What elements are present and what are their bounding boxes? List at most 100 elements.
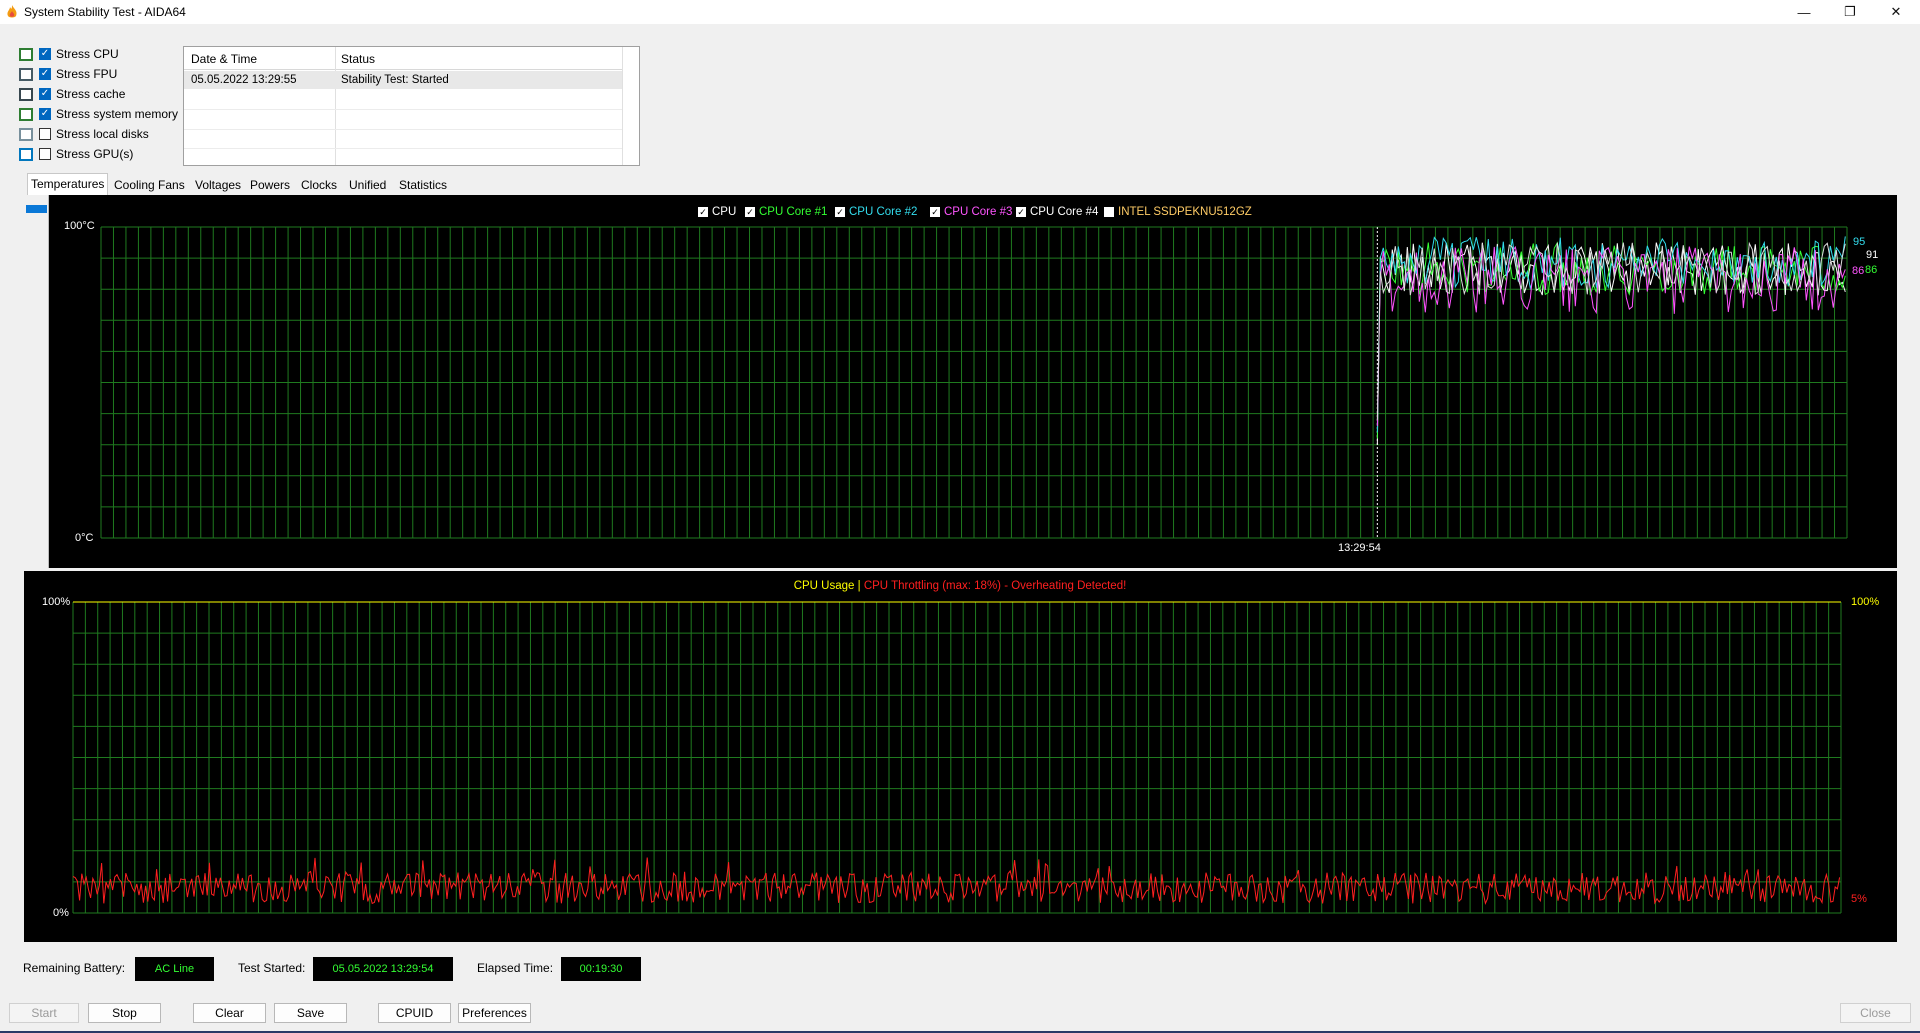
checkbox[interactable]: ✓: [39, 108, 51, 120]
tab-temperatures[interactable]: Temperatures: [27, 173, 109, 195]
battery-value: AC Line: [135, 957, 214, 981]
minimize-button[interactable]: —: [1781, 0, 1827, 24]
temperature-graph: [49, 195, 1897, 568]
cpu-graph-title: CPU Usage | CPU Throttling (max: 18%) - …: [0, 580, 1920, 592]
test-started-label: Test Started:: [238, 961, 306, 975]
legend-checkbox[interactable]: [1104, 207, 1114, 217]
tab-unified[interactable]: Unified: [346, 176, 389, 194]
stress-option-label: Stress cache: [56, 87, 126, 101]
cpu-usage-graph: [24, 571, 1897, 942]
tab-clocks[interactable]: Clocks: [298, 176, 340, 194]
log-table[interactable]: Date & Time Status 05.05.2022 13:29:55 S…: [183, 46, 640, 166]
log-header: Date & Time Status: [184, 47, 622, 70]
stress-option-label: Stress CPU: [56, 47, 119, 61]
temp-end-value-core2: 95: [1853, 236, 1866, 248]
start-button[interactable]: Start: [9, 1003, 79, 1023]
legend-label: CPU Core #4: [1030, 206, 1099, 218]
legend-item[interactable]: ✓ CPU Core #2: [835, 206, 917, 218]
legend-checkbox[interactable]: ✓: [835, 207, 845, 217]
legend-checkbox[interactable]: ✓: [698, 207, 708, 217]
table-row[interactable]: 05.05.2022 13:29:55 Stability Test: Star…: [184, 71, 622, 89]
legend-label: CPU Core #2: [849, 206, 918, 218]
temp-axis-min: 0°C: [75, 532, 94, 544]
cpu-throttling-line: [72, 857, 1841, 906]
cpu-grid: [72, 601, 1842, 914]
row-divider: [184, 129, 622, 130]
legend-label: INTEL SSDPEKNU512GZ: [1118, 206, 1252, 218]
stress-option-stress-gpu-s[interactable]: Stress GPU(s): [19, 145, 133, 163]
stress-option-stress-fpu[interactable]: ✓ Stress FPU: [19, 65, 117, 83]
cpu-usage-graph-svg: [72, 601, 1842, 914]
tab-voltages[interactable]: Voltages: [192, 176, 244, 194]
legend-item[interactable]: ✓ CPU Core #4: [1016, 206, 1098, 218]
temp-end-value-core3: 86: [1852, 265, 1865, 277]
log-header-datetime[interactable]: Date & Time: [191, 52, 257, 66]
cpu-title-separator: |: [857, 580, 861, 592]
legend-item[interactable]: ✓ CPU Core #1: [745, 206, 827, 218]
legend-item[interactable]: INTEL SSDPEKNU512GZ: [1104, 206, 1252, 218]
disk-icon: [19, 127, 33, 141]
checkbox[interactable]: [39, 128, 51, 140]
gpu-icon: [19, 147, 33, 161]
stress-option-label: Stress system memory: [56, 107, 179, 121]
sensor-list-selection: [26, 205, 47, 213]
checkbox[interactable]: ✓: [39, 68, 51, 80]
stop-button[interactable]: Stop: [88, 1003, 161, 1023]
test-started-value: 05.05.2022 13:29:54: [313, 957, 453, 981]
close-button[interactable]: Close: [1840, 1003, 1911, 1023]
checkbox[interactable]: ✓: [39, 48, 51, 60]
stress-option-label: Stress GPU(s): [56, 147, 134, 161]
log-header-status[interactable]: Status: [341, 52, 375, 66]
checkbox[interactable]: [39, 148, 51, 160]
cpu-throttle-end-value: 5%: [1851, 893, 1867, 905]
tab-cooling-fans[interactable]: Cooling Fans: [111, 176, 188, 194]
preferences-button[interactable]: Preferences: [458, 1003, 531, 1023]
stress-option-stress-cache[interactable]: ✓ Stress cache: [19, 85, 125, 103]
legend-checkbox[interactable]: ✓: [745, 207, 755, 217]
log-row-datetime: 05.05.2022 13:29:55: [191, 74, 297, 86]
stress-option-stress-cpu[interactable]: ✓ Stress CPU: [19, 45, 119, 63]
legend-item[interactable]: ✓ CPU: [698, 206, 736, 218]
fpu-icon: [19, 67, 33, 81]
cpu-icon: [19, 47, 33, 61]
window-title: System Stability Test - AIDA64: [24, 5, 186, 19]
legend-label: CPU Core #3: [944, 206, 1013, 218]
legend-checkbox[interactable]: ✓: [930, 207, 940, 217]
save-button[interactable]: Save: [274, 1003, 347, 1023]
clear-button[interactable]: Clear: [193, 1003, 266, 1023]
temp-time-label: 13:29:54: [1338, 542, 1381, 554]
temp-end-value-cpu: 91: [1866, 249, 1879, 261]
row-divider: [184, 148, 622, 149]
elapsed-time-value: 00:19:30: [561, 957, 641, 981]
cpu-axis-max-left: 100%: [42, 596, 71, 608]
cpu-axis-min-left: 0%: [53, 907, 69, 919]
stress-option-label: Stress FPU: [56, 67, 118, 81]
legend-label: CPU: [712, 206, 737, 218]
maximize-button[interactable]: ❐: [1827, 0, 1873, 24]
cache-icon: [19, 87, 33, 101]
elapsed-time-label: Elapsed Time:: [477, 961, 554, 975]
temp-axis-max: 100°C: [64, 220, 95, 232]
stress-option-stress-local-disks[interactable]: Stress local disks: [19, 125, 149, 143]
log-row-status: Stability Test: Started: [341, 74, 449, 86]
cpu-usage-title: CPU Usage: [793, 580, 855, 592]
stress-option-label: Stress local disks: [56, 127, 149, 141]
aida64-flame-icon: [7, 5, 17, 18]
memory-icon: [19, 107, 33, 121]
tab-powers[interactable]: Powers: [247, 176, 293, 194]
legend-label: CPU Core #1: [759, 206, 828, 218]
cpuid-button[interactable]: CPUID: [378, 1003, 451, 1023]
title-bar: [0, 0, 1920, 24]
close-window-button[interactable]: ✕: [1873, 0, 1919, 24]
legend-checkbox[interactable]: ✓: [1016, 207, 1026, 217]
temp-end-value-core1: 86: [1865, 264, 1878, 276]
battery-label: Remaining Battery:: [23, 961, 126, 975]
cpu-axis-max-right: 100%: [1851, 596, 1880, 608]
stress-option-stress-system-memory[interactable]: ✓ Stress system memory: [19, 105, 178, 123]
legend-item[interactable]: ✓ CPU Core #3: [930, 206, 1012, 218]
row-divider: [184, 109, 622, 110]
sensor-list-scrollbar[interactable]: [24, 195, 49, 568]
tab-statistics[interactable]: Statistics: [396, 176, 450, 194]
temperature-graph-svg: [100, 226, 1848, 539]
checkbox[interactable]: ✓: [39, 88, 51, 100]
